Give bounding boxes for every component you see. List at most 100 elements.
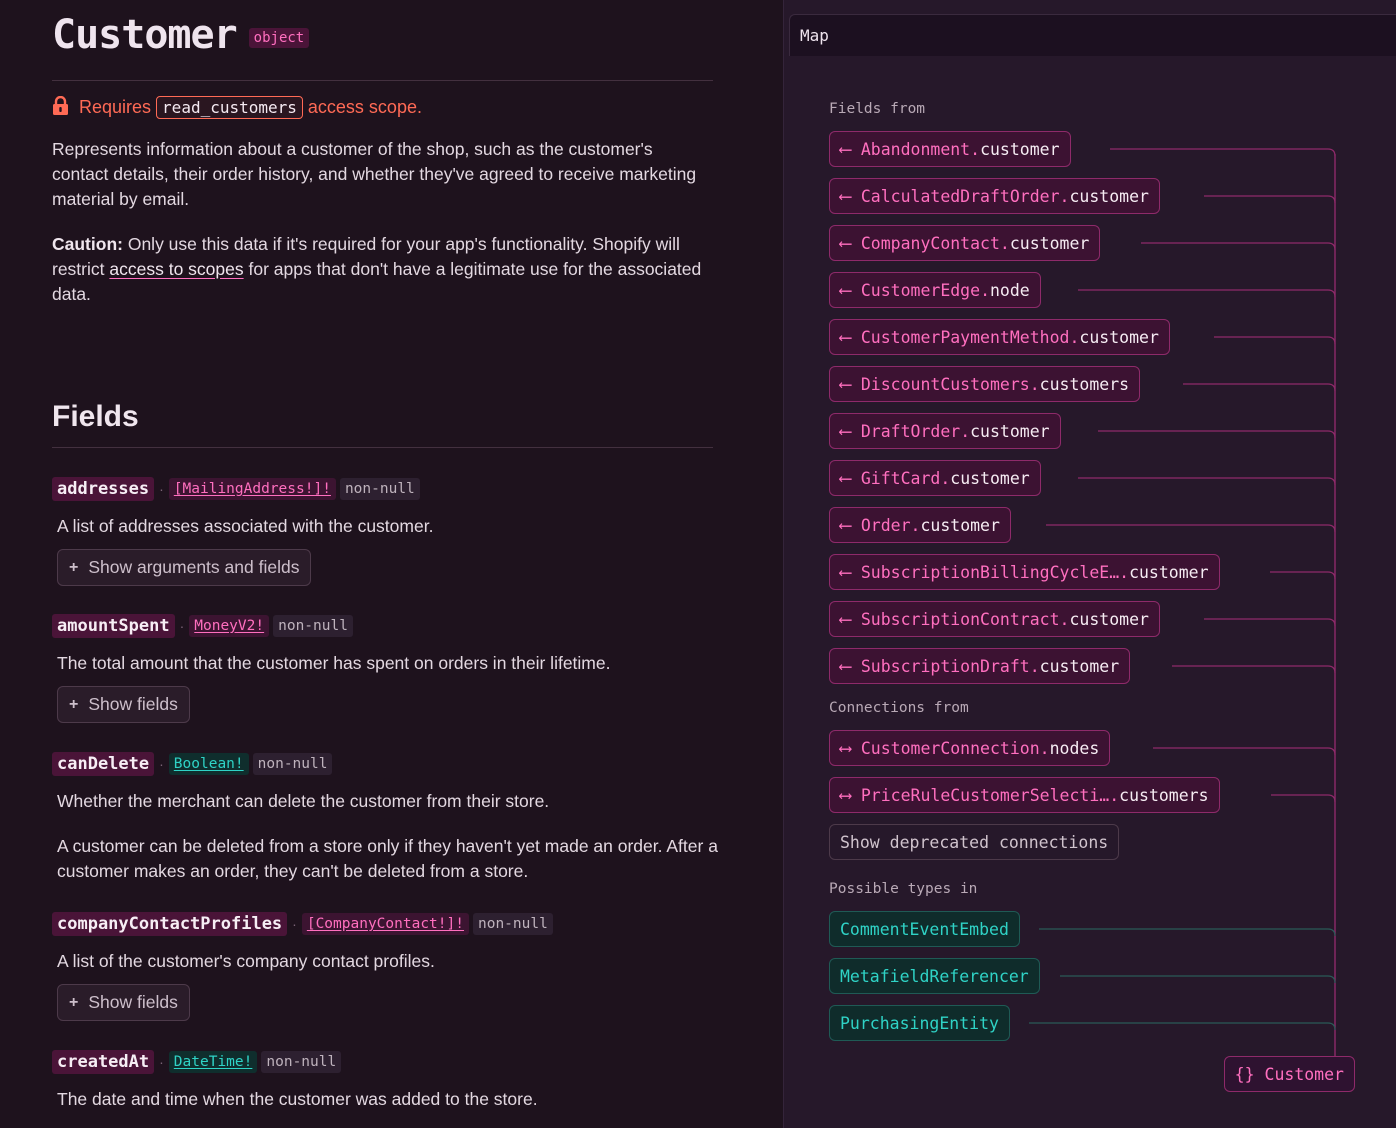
map-node-calculateddraftorder[interactable]: ⟵ CalculatedDraftOrder. customer [829,178,1160,214]
node-field: customer [1129,562,1209,582]
node-type: SubscriptionBillingCycleE… [860,562,1120,582]
arrow-left-icon: ⟵ [840,279,851,301]
node-field: customer [920,515,1000,535]
map-node-subscriptionbillingcycle[interactable]: ⟵ SubscriptionBillingCycleE… . customer [829,554,1220,590]
node-type: Order [860,515,911,535]
nonnull-badge: non-null [261,1051,342,1073]
arrow-left-icon: ⟵ [840,608,851,630]
button-label: Show arguments and fields [88,557,300,577]
node-field: customer [1069,186,1149,206]
field-name: companyContactProfiles [52,912,288,936]
field-addresses: addresses · [MailingAddress!]! non-null … [52,476,722,586]
map-node-customerpaymentmethod[interactable]: ⟵ CustomerPaymentMethod. customer [829,319,1170,355]
separator-dot: · [159,756,164,772]
node-type: CalculatedDraftOrder [860,186,1060,206]
nonnull-badge: non-null [273,615,353,637]
scope-notice: Requires read_customers access scope. [52,95,422,119]
map-panel: Map Fields from ⟵ Abandonment. customer ⟵ C… [783,0,1396,1128]
node-type: GiftCard [860,468,941,488]
show-arguments-button[interactable]: + Show arguments and fields [57,549,312,586]
field-type-link[interactable]: [CompanyContact!]! [301,913,469,935]
nonnull-badge: non-null [339,478,420,500]
node-field: customer [1079,327,1159,347]
node-type: CompanyContact [860,233,1000,253]
map-node-customeredge[interactable]: ⟵ CustomerEdge. node [829,272,1041,308]
docs-column: Customer object Requires read_customers … [0,0,782,1128]
node-field: customer [1069,609,1149,629]
node-type: Abandonment [860,139,971,159]
arrow-left-icon: ⟵ [840,514,851,536]
field-description: A list of the customer's company contact… [57,951,435,971]
field-canDelete: canDelete · Boolean! non-null Whether th… [52,751,722,884]
node-field: customers [1039,374,1130,394]
arrow-left-icon: ⟵ [840,185,851,207]
fields-heading: Fields [52,400,139,433]
field-type-link[interactable]: Boolean! [168,753,249,775]
nonnull-badge: non-null [472,913,553,935]
arrow-left-icon: ⟵ [840,561,851,583]
node-type: PriceRuleCustomerSelecti… [860,785,1110,805]
show-fields-button[interactable]: + Show fields [57,984,190,1021]
caution-note: Caution: Only use this data if it's requ… [52,232,712,307]
scope-suffix: access scope. [307,97,422,117]
node-field: customers [1119,785,1209,805]
plus-icon: + [69,558,79,576]
map-title: Map [800,26,829,45]
map-node-draftorder[interactable]: ⟵ DraftOrder. customer [829,413,1061,449]
node-type: CustomerEdge [860,280,981,300]
field-name: canDelete [52,752,155,776]
button-label: Show fields [88,992,178,1012]
separator-dot: · [179,618,185,634]
map-node-companycontact[interactable]: ⟵ CompanyContact. customer [829,225,1101,261]
separator-dot: · [159,1054,164,1070]
field-type-link[interactable]: [MailingAddress!]! [168,478,336,500]
field-description: The total amount that the customer has s… [57,653,611,673]
node-type: SubscriptionContract [860,609,1060,629]
map-node-purchasingentity[interactable]: PurchasingEntity [829,1005,1010,1041]
map-header: Map [789,14,1396,56]
connections-from-label: Connections from [829,700,969,716]
field-description: A list of addresses associated with the … [57,516,434,536]
map-node-commenteventembed[interactable]: CommentEventEmbed [829,911,1020,947]
map-node-pricerulecustomerselection[interactable]: ⟷ PriceRuleCustomerSelecti… . customers [829,777,1220,813]
node-field: customer [980,139,1060,159]
button-label: Show fields [88,694,178,714]
node-type: DraftOrder [860,421,961,441]
arrow-left-icon: ⟵ [840,373,851,395]
field-name: addresses [52,477,155,501]
arrow-left-icon: ⟵ [840,232,851,254]
map-target-customer[interactable]: {} Customer [1223,1056,1355,1092]
field-type-link[interactable]: MoneyV2! [189,615,270,637]
show-fields-button[interactable]: + Show fields [57,686,190,723]
map-node-discountcustomers[interactable]: ⟵ DiscountCustomers. customers [829,366,1141,402]
map-node-subscriptioncontract[interactable]: ⟵ SubscriptionContract. customer [829,601,1160,637]
field-description-extra: A customer can be deleted from a store o… [57,836,718,881]
access-scopes-link[interactable]: access to scopes [109,259,243,279]
plus-icon: + [69,993,79,1011]
scope-prefix: Requires [79,97,152,117]
target-label: Customer [1264,1064,1344,1084]
arrow-left-icon: ⟵ [840,655,851,677]
field-createdAt: createdAt · DateTime! non-null The date … [52,1049,722,1112]
map-node-giftcard[interactable]: ⟵ GiftCard. customer [829,460,1041,496]
separator-dot: · [159,481,164,497]
fields-from-label: Fields from [829,101,926,117]
map-node-order[interactable]: ⟵ Order. customer [829,507,1011,543]
arrow-left-icon: ⟵ [840,420,851,442]
object-description: Represents information about a customer … [52,139,697,209]
map-node-abandonment[interactable]: ⟵ Abandonment. customer [829,131,1071,167]
plus-icon: + [69,695,79,713]
node-type: CustomerConnection [860,738,1040,758]
object-braces-icon: {} [1234,1064,1255,1084]
map-node-metafieldreferencer[interactable]: MetafieldReferencer [829,958,1040,994]
node-type: CustomerPaymentMethod [860,327,1070,347]
node-type: SubscriptionDraft [860,656,1030,676]
caution-label: Caution: [52,234,123,254]
node-field: customer [950,468,1030,488]
map-node-customerconnection[interactable]: ⟷ CustomerConnection. nodes [829,730,1111,766]
field-description: Whether the merchant can delete the cust… [57,791,550,811]
scope-code: read_customers [156,96,303,119]
show-deprecated-connections-button[interactable]: Show deprecated connections [829,824,1120,860]
map-node-subscriptiondraft[interactable]: ⟵ SubscriptionDraft. customer [829,648,1131,684]
field-type-link[interactable]: DateTime! [168,1051,258,1073]
